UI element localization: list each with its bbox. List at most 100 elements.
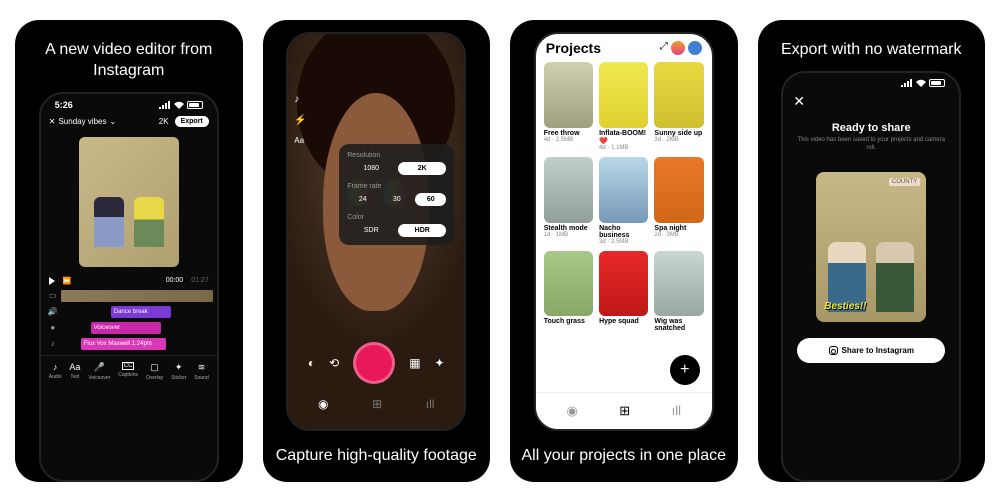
share-to-instagram-button[interactable]: Share to Instagram <box>797 338 945 363</box>
fps-30[interactable]: 30 <box>381 193 412 206</box>
duration: 01:27 <box>191 277 209 284</box>
project-card[interactable]: Free throw4d · 2.5MB <box>544 62 593 151</box>
fps-60[interactable]: 60 <box>415 193 446 206</box>
tool-text[interactable]: AaText <box>69 362 80 381</box>
project-card[interactable]: Nacho business3d · 2.5MB <box>599 157 648 245</box>
nav-projects-icon[interactable]: ⊞ <box>372 397 382 411</box>
playhead-time: 00:00 <box>166 277 184 284</box>
panel-projects: Projects ⤢ Free throw4d · 2.5MB Inflata-… <box>510 20 738 482</box>
nav-insights-icon[interactable]: ıll <box>672 403 681 419</box>
close-icon[interactable]: ✕ <box>783 89 959 114</box>
nav-projects-icon[interactable]: ⊞ <box>619 403 630 419</box>
tool-captions[interactable]: CCCaptions <box>118 362 138 381</box>
phone-camera: ♪ ⚡ Aa Resolution 1080 2K Frame rate 24 … <box>286 32 466 431</box>
panel-camera: ♪ ⚡ Aa Resolution 1080 2K Frame rate 24 … <box>263 20 491 482</box>
export-title: Ready to share <box>793 122 949 134</box>
res-2k[interactable]: 2K <box>398 162 446 175</box>
color-label: Color <box>347 214 446 221</box>
tool-voiceover[interactable]: 🎤Voiceover <box>88 362 110 381</box>
resolution-label: Resolution <box>347 152 446 159</box>
music-icon[interactable]: ♪ <box>294 94 306 105</box>
play-icon[interactable] <box>49 277 55 285</box>
expand-icon[interactable]: ⤢ <box>660 41 668 55</box>
camera-controls: ◐ ⟲ ▦ ✦ <box>288 342 464 384</box>
instagram-icon <box>829 346 838 355</box>
nav-insights-icon[interactable]: ıll <box>426 397 435 411</box>
export-preview: COUNTY Besties!! <box>816 172 926 322</box>
quality-label[interactable]: 2K <box>159 117 169 126</box>
preview-canvas[interactable] <box>79 137 179 267</box>
tool-audio[interactable]: ♪Audio <box>49 362 62 381</box>
timer-icon[interactable]: ◐ <box>308 356 315 370</box>
volume-icon: 🔊 <box>45 307 61 316</box>
signal-icon <box>901 79 913 87</box>
nav-record-icon[interactable]: ◉ <box>318 397 328 411</box>
close-icon[interactable]: ✕ <box>49 117 56 126</box>
status-icons <box>159 101 203 109</box>
wifi-icon <box>916 79 926 87</box>
export-button[interactable]: Export <box>175 116 209 127</box>
project-card[interactable]: Sunny side up3d · 2MB <box>654 62 703 151</box>
project-name[interactable]: Sunday vibes <box>58 117 106 126</box>
signal-icon <box>159 101 171 109</box>
caption: Capture high-quality footage <box>266 431 487 482</box>
add-project-button[interactable]: + <box>670 355 700 385</box>
video-clip[interactable] <box>61 290 213 302</box>
project-card[interactable]: Spa night2d · 3MB <box>654 157 703 245</box>
project-card[interactable]: Hype squad <box>599 251 648 333</box>
projects-grid: Free throw4d · 2.5MB Inflata-BOOM! ❤️4d … <box>536 62 712 332</box>
status-icons <box>901 79 945 87</box>
caption: All your projects in one place <box>511 431 736 482</box>
clip-dance[interactable]: Dance break <box>111 306 171 318</box>
gallery-icon[interactable]: ▦ <box>409 356 420 370</box>
framerate-label: Frame rate <box>347 183 446 190</box>
nav-record-icon[interactable]: ◉ <box>566 403 577 419</box>
record-button[interactable] <box>353 342 395 384</box>
projects-title: Projects <box>546 40 601 56</box>
mic-icon: ● <box>45 323 61 332</box>
timeline[interactable]: ▭ 🔊 Dance break ● Voiceover ♪ Flux Vox Maxw… <box>41 289 217 351</box>
phone-projects: Projects ⤢ Free throw4d · 2.5MB Inflata-… <box>534 32 714 431</box>
headline: A new video editor from Instagram <box>15 20 243 92</box>
project-card[interactable]: Stealth mode1d · 1MB <box>544 157 593 245</box>
battery-icon <box>929 79 945 87</box>
status-bar: 5:26 <box>41 94 217 112</box>
preview-figure <box>876 242 914 312</box>
effects-icon[interactable]: ✦ <box>435 356 445 370</box>
skip-icon[interactable]: ⏩ <box>63 277 72 285</box>
res-1080[interactable]: 1080 <box>347 162 395 175</box>
project-card[interactable]: Wig was snatched <box>654 251 703 333</box>
besties-text: Besties!! <box>824 301 866 312</box>
color-sdr[interactable]: SDR <box>347 224 395 237</box>
status-time: 5:26 <box>55 100 73 110</box>
text-icon[interactable]: Aa <box>294 136 306 145</box>
tool-sticker[interactable]: ✦Sticker <box>171 362 186 381</box>
project-card[interactable]: Inflata-BOOM! ❤️4d · 1.1MB <box>599 62 648 151</box>
video-track-icon: ▭ <box>45 291 61 300</box>
tool-overlay[interactable]: ▢Overlay <box>146 362 163 381</box>
chevron-down-icon[interactable]: ⌄ <box>109 117 116 126</box>
headline: Export with no watermark <box>771 20 972 71</box>
phone-export: ✕ Ready to share This video has been sav… <box>781 71 961 482</box>
export-subtitle: This video has been saved to your projec… <box>793 137 949 153</box>
editor-toolbar: ♪Audio AaText 🎤Voiceover CCCaptions ▢Ove… <box>41 355 217 387</box>
fps-24[interactable]: 24 <box>347 193 378 206</box>
clip-voiceover[interactable]: Voiceover <box>91 322 161 334</box>
bottom-nav: ◉ ⊞ ıll <box>536 392 712 429</box>
flash-icon[interactable]: ⚡ <box>294 115 306 126</box>
avatar[interactable] <box>688 41 702 55</box>
panel-export: Export with no watermark ✕ Ready to shar… <box>758 20 986 482</box>
bottom-nav: ◉ ⊞ ıll <box>288 389 464 419</box>
preview-figure <box>134 197 164 247</box>
color-hdr[interactable]: HDR <box>398 224 446 237</box>
wifi-icon <box>174 101 184 109</box>
music-icon: ♪ <box>45 339 61 348</box>
camera-side-tools: ♪ ⚡ Aa <box>294 94 306 145</box>
tool-sound[interactable]: ≋Sound <box>194 362 208 381</box>
clip-flux[interactable]: Flux Vox Maxwell 1:24pm <box>81 338 166 350</box>
avatar[interactable] <box>671 41 685 55</box>
project-card[interactable]: Touch grass <box>544 251 593 333</box>
battery-icon <box>187 101 203 109</box>
projects-header: Projects ⤢ <box>536 34 712 62</box>
flip-icon[interactable]: ⟲ <box>329 356 339 370</box>
